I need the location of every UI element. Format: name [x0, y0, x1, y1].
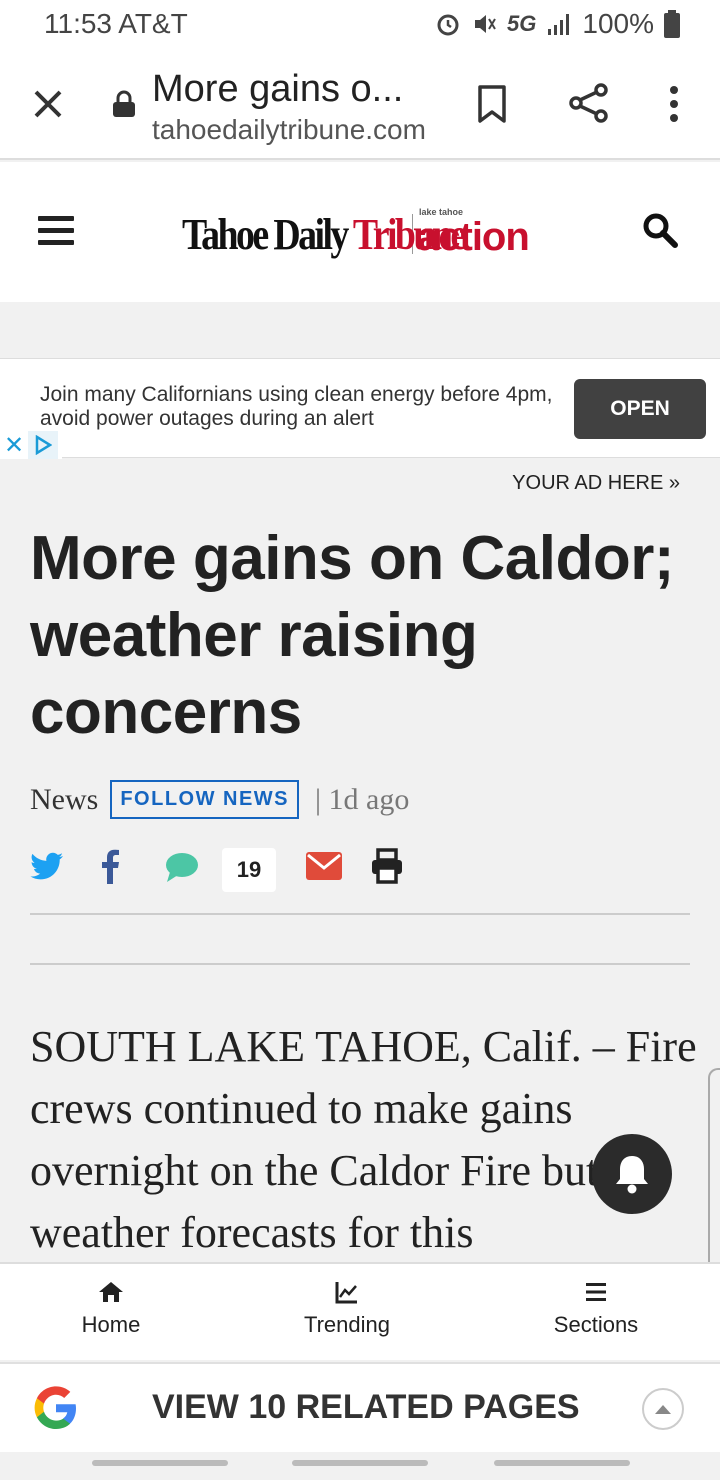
page-url[interactable]: tahoedailytribune.com [152, 114, 442, 146]
nav-sections[interactable]: Sections [506, 1280, 686, 1338]
nav-trending-label: Trending [303, 1312, 390, 1337]
menu-icon[interactable] [38, 216, 74, 246]
your-ad-here-link[interactable]: YOUR AD HERE » [512, 472, 680, 495]
follow-news-button[interactable]: FOLLOW NEWS [110, 780, 300, 819]
divider [30, 913, 690, 915]
home-icon [99, 1282, 123, 1302]
share-icon[interactable] [568, 82, 610, 124]
ad-open-button[interactable]: OPEN [574, 379, 706, 439]
logo-wordmark: Tahoe Daily Tribune [182, 209, 467, 259]
nav-trending[interactable]: Trending [257, 1280, 437, 1338]
gesture-bar [292, 1460, 428, 1466]
network-label: 5G [507, 11, 537, 36]
share-row: 19 [30, 846, 430, 894]
print-icon[interactable] [370, 848, 404, 884]
trending-icon [335, 1282, 357, 1304]
notification-bell-button[interactable] [592, 1134, 672, 1214]
related-pages-label[interactable]: VIEW 10 RELATED PAGES [152, 1388, 580, 1427]
battery-icon [664, 10, 680, 38]
divider [30, 963, 690, 965]
twitter-icon[interactable] [30, 852, 64, 884]
status-time: 11:53 AT&T [44, 8, 188, 39]
related-pages-bar[interactable]: VIEW 10 RELATED PAGES [0, 1362, 720, 1452]
signal-icon [548, 14, 570, 35]
ad-banner[interactable]: Join many Californians using clean energ… [0, 358, 720, 459]
search-icon[interactable] [642, 212, 678, 248]
browser-toolbar: More gains o... tahoedailytribune.com [0, 50, 720, 160]
site-header: Tahoe Daily Tribune lake tahoe action [0, 162, 720, 302]
more-options-icon[interactable] [664, 84, 684, 124]
expand-related-button[interactable] [642, 1388, 684, 1430]
google-icon [34, 1386, 76, 1429]
article-meta: News FOLLOW NEWS | 1d ago [30, 780, 409, 819]
nav-home-label: Home [81, 1312, 141, 1337]
nav-home[interactable]: Home [21, 1280, 201, 1338]
alarm-icon [437, 14, 459, 36]
section-label[interactable]: News [30, 783, 98, 817]
comment-count[interactable]: 19 [222, 848, 276, 892]
close-icon[interactable] [28, 84, 68, 124]
status-icons: 5G 100% [435, 8, 680, 40]
mute-icon [475, 15, 496, 33]
article-body: SOUTH LAKE TAHOE, Calif. – Fire crews co… [30, 1022, 697, 1257]
site-logo[interactable]: Tahoe Daily Tribune lake tahoe action [182, 206, 530, 262]
menu-icon [586, 1283, 606, 1301]
battery-label: 100% [582, 8, 654, 39]
chevron-up-icon [655, 1405, 671, 1414]
action-logo: lake tahoe action [417, 206, 530, 259]
page-title[interactable]: More gains o... [152, 68, 442, 111]
article-headline: More gains on Caldor; weather raising co… [30, 524, 674, 747]
gesture-bar [92, 1460, 228, 1466]
ad-close-icon[interactable]: ✕ [0, 431, 28, 459]
lock-icon [113, 90, 135, 117]
gesture-bar [494, 1460, 630, 1466]
nav-sections-label: Sections [553, 1312, 639, 1337]
comment-icon[interactable] [164, 850, 200, 884]
facebook-icon[interactable] [100, 848, 120, 884]
bell-icon [616, 1156, 648, 1194]
email-icon[interactable] [306, 852, 342, 880]
ad-choices[interactable]: ✕ [0, 431, 62, 459]
status-bar: 11:53 AT&T 5G 100% [0, 0, 720, 50]
article-time: | 1d ago [315, 782, 410, 816]
ad-text: Join many Californians using clean energ… [40, 383, 553, 430]
bottom-nav: Home Trending Sections [0, 1262, 720, 1360]
bookmark-icon[interactable] [474, 84, 510, 124]
ad-choices-icon[interactable] [28, 431, 58, 459]
